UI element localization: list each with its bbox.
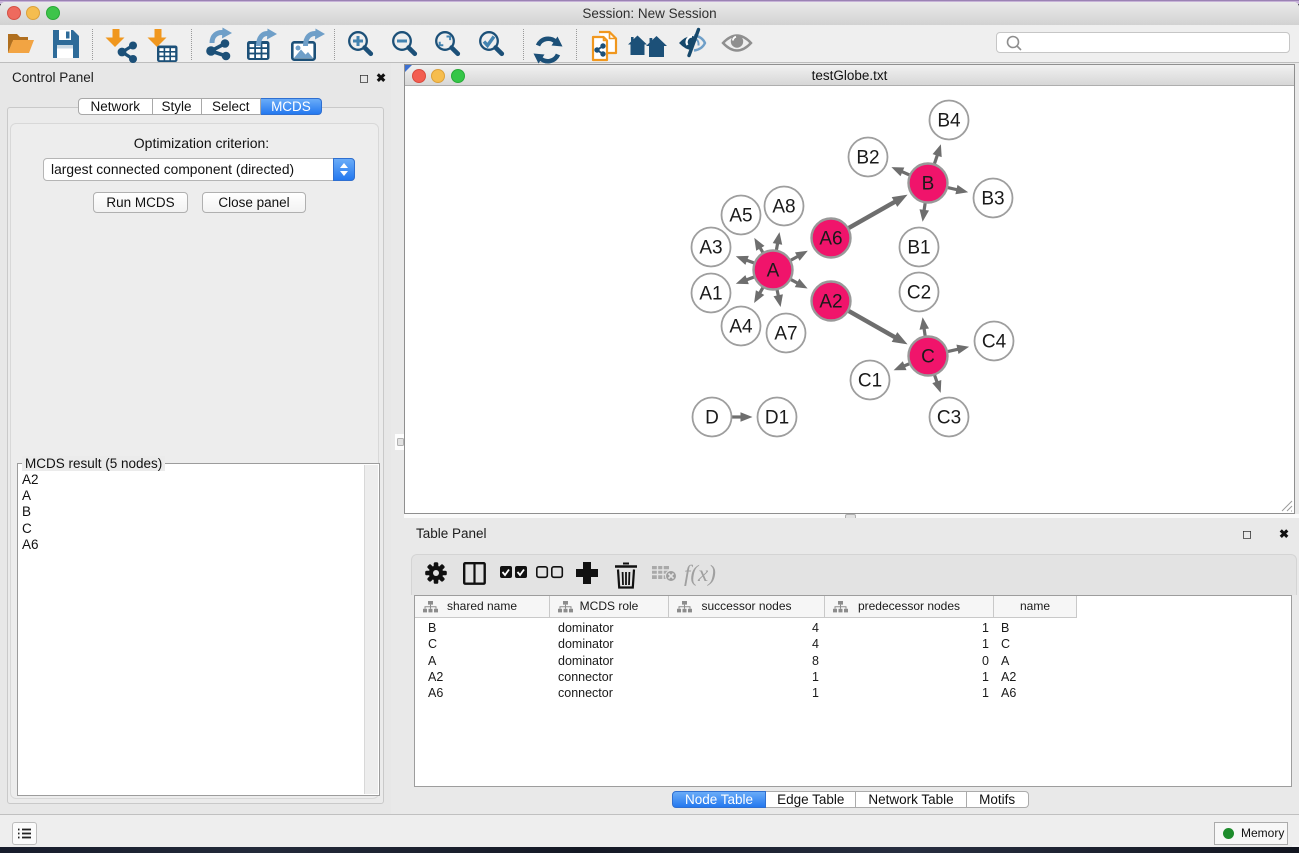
svg-text:C2: C2 [907,283,931,304]
svg-text:C1: C1 [858,371,882,392]
svg-text:f(x): f(x) [684,561,716,586]
svg-text:C4: C4 [982,332,1007,353]
svg-text:D1: D1 [765,408,789,429]
svg-text:B3: B3 [981,189,1004,210]
svg-text:B4: B4 [937,111,961,132]
svg-text:A4: A4 [729,317,753,338]
svg-text:D: D [705,408,719,429]
svg-text:A7: A7 [774,324,797,345]
svg-text:C3: C3 [937,408,961,429]
svg-text:C: C [921,347,935,368]
svg-text:A6: A6 [819,229,842,250]
svg-text:A8: A8 [772,197,795,218]
svg-text:B2: B2 [856,148,879,169]
svg-text:A3: A3 [699,238,722,259]
svg-text:A2: A2 [819,292,842,313]
svg-text:A: A [767,261,780,282]
svg-text:A1: A1 [699,284,722,305]
svg-text:A5: A5 [729,206,752,227]
svg-text:B1: B1 [907,238,930,259]
svg-text:B: B [922,174,935,195]
